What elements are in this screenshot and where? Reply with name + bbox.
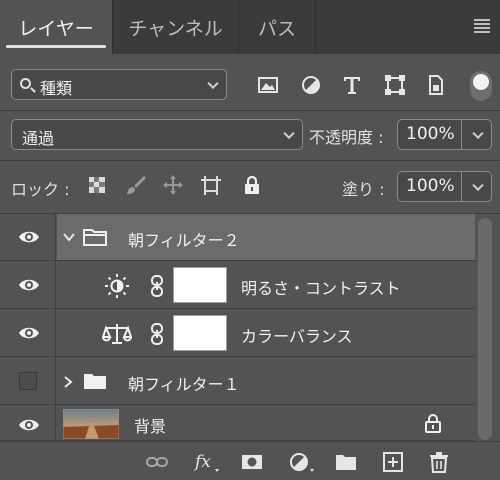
hidden-visibility-box [19,372,37,390]
color-balance-icon [102,324,132,344]
layer-row-brightness-contrast[interactable]: 明るさ・コントラスト [0,262,475,309]
chevron-down-icon [207,77,219,89]
visibility-toggle[interactable] [0,262,56,308]
fill-dropdown-button[interactable] [462,171,492,202]
tab-paths[interactable]: パス [239,0,316,54]
layer-row-group-1[interactable]: 朝フィルター１ [0,358,475,405]
layer-name[interactable]: カラーバランス [241,323,353,347]
add-mask-icon[interactable] [241,451,263,473]
panel-menu-icon[interactable] [474,19,490,33]
eye-icon [19,419,39,431]
blend-mode-dropdown[interactable]: 通過 [11,119,303,150]
layer-thumbnail[interactable] [63,409,119,439]
shape-filter-icon[interactable] [383,73,407,97]
folder-icon [84,374,106,389]
search-icon [20,78,31,89]
link-icon[interactable] [150,275,164,297]
lock-artboard-icon[interactable] [200,174,222,196]
layer-name[interactable]: 朝フィルター１ [128,371,240,395]
lock-icon [425,414,441,433]
lock-position-icon[interactable] [162,174,184,196]
opacity-input[interactable]: 100% [397,119,462,150]
tab-channels[interactable]: チャンネル [113,0,239,54]
new-adjustment-layer-icon[interactable] [288,451,316,473]
visibility-toggle[interactable] [0,406,56,440]
smart-object-filter-icon[interactable] [424,73,448,97]
visibility-toggle[interactable] [0,214,56,260]
eye-icon [19,279,39,291]
layer-mask-thumbnail[interactable] [173,267,227,303]
chevron-down-icon[interactable] [62,231,76,243]
tab-paths-label: パス [257,17,296,40]
opacity-dropdown-button[interactable] [462,119,492,150]
blend-mode-value: 通過 [22,129,55,148]
visibility-toggle[interactable] [0,310,56,356]
tab-layers[interactable]: レイヤー [0,0,113,54]
new-group-icon[interactable] [335,451,357,473]
tab-layers-label: レイヤー [18,17,94,40]
layer-name[interactable]: 明るさ・コントラスト [241,275,401,299]
delete-layer-icon[interactable] [428,451,450,473]
new-layer-icon[interactable] [382,451,404,473]
link-layers-icon[interactable] [146,451,168,473]
panel-tab-bar: レイヤー チャンネル パス [0,0,500,54]
type-filter-icon[interactable] [340,73,364,97]
image-filter-icon[interactable] [256,73,280,97]
lock-all-icon[interactable] [241,174,263,196]
link-icon[interactable] [150,323,164,345]
eye-icon [19,231,39,243]
visibility-toggle[interactable] [0,358,56,404]
layer-filter-dropdown[interactable]: 種類 [11,69,227,100]
layer-row-color-balance[interactable]: カラーバランス [0,310,475,357]
layer-mask-thumbnail[interactable] [173,315,227,351]
brightness-contrast-icon [105,274,129,298]
layer-name[interactable]: 背景 [134,413,166,437]
layer-row-background[interactable]: 背景 [0,406,475,441]
svg-text:fx: fx [193,452,211,472]
layer-row-group-2[interactable]: 朝フィルター２ [0,214,475,261]
chevron-right-icon[interactable] [62,375,74,389]
adjustment-filter-icon[interactable] [299,73,323,97]
chevron-down-icon [283,127,295,139]
eye-icon [19,327,39,339]
opacity-label: 不透明度 : [309,128,384,147]
chevron-down-icon [472,179,484,191]
lock-transparent-pixels-icon[interactable] [86,174,108,196]
folder-icon [83,229,107,246]
tab-channels-label: チャンネル [128,17,223,40]
fx-icon[interactable]: fx [193,451,221,473]
layer-name[interactable]: 朝フィルター２ [128,227,240,251]
chevron-down-icon [472,127,484,139]
lock-image-pixels-icon[interactable] [125,174,147,196]
fill-label: 塗り : [342,180,385,199]
filter-toggle-switch[interactable] [470,71,492,101]
fill-input[interactable]: 100% [397,171,462,202]
layers-scrollbar[interactable] [478,218,492,440]
layer-filter-label: 種類 [40,79,73,98]
lock-label: ロック : [11,180,70,199]
